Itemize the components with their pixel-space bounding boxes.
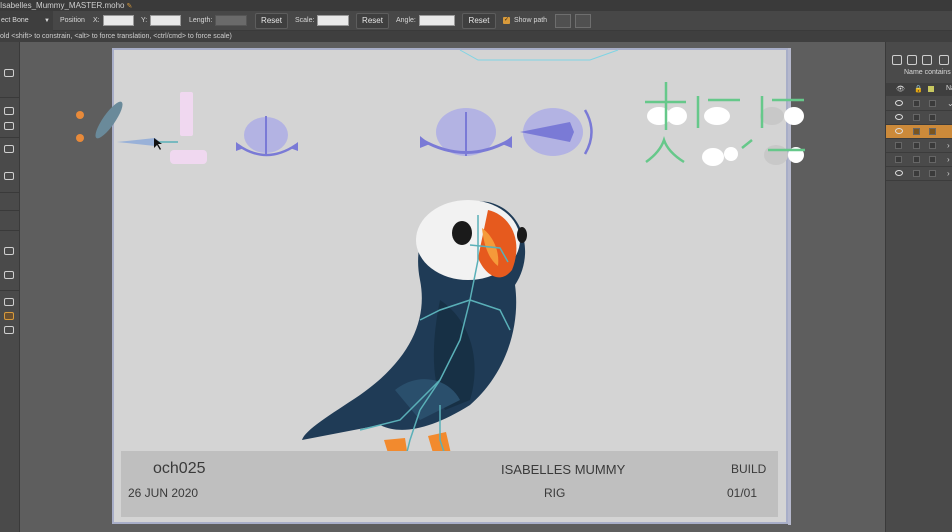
cursor-icon (154, 138, 162, 150)
page-number: 01/01 (727, 486, 758, 500)
feather-control[interactable] (76, 99, 178, 146)
head-turn-control[interactable] (520, 108, 593, 156)
department: RIG (544, 486, 566, 500)
slate-panel: och025 26 JUN 2020 ISABELLES MUMMY RIG B… (121, 451, 778, 517)
slate-date: 26 JUN 2020 (128, 486, 199, 500)
stage-label: BUILD (731, 462, 767, 476)
shot-number: och025 (153, 460, 206, 477)
eye-controls[interactable] (645, 82, 805, 166)
pink-slider-handle[interactable] (180, 92, 193, 136)
head-rotation-control-1[interactable] (236, 116, 298, 157)
pink-slider-base[interactable] (170, 150, 207, 164)
project-name: ISABELLES MUMMY (501, 462, 626, 477)
head-rotation-control-2[interactable] (420, 108, 512, 156)
